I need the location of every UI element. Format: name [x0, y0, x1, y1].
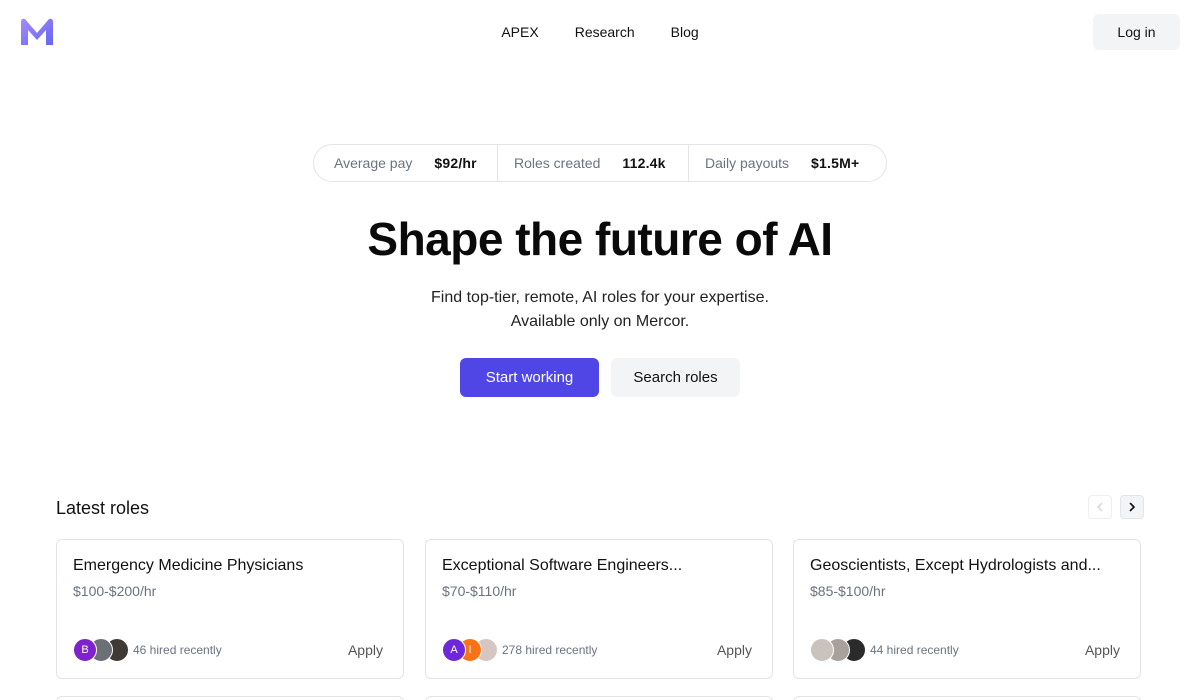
role-pay: $85-$100/hr	[810, 583, 886, 599]
stat-label: Roles created	[514, 155, 601, 171]
search-roles-button[interactable]: Search roles	[611, 358, 740, 397]
stat-average-pay: Average pay $92/hr	[314, 145, 497, 181]
page: APEX Research Blog Log in Average pay $9…	[0, 0, 1200, 700]
stat-roles-created: Roles created 112.4k	[497, 145, 688, 181]
chevron-left-icon	[1097, 502, 1103, 512]
role-card[interactable]: Geoscientists, Except Hydrologists and..…	[793, 539, 1141, 679]
role-card[interactable]: Exceptional Software Engineers... $70-$1…	[425, 539, 773, 679]
stats-bar: Average pay $92/hr Roles created 112.4k …	[313, 144, 887, 182]
carousel-next-button[interactable]	[1120, 495, 1144, 519]
hero-subtitle-line-2: Available only on Mercor.	[510, 313, 690, 330]
hired-count: 46 hired recently	[133, 643, 222, 657]
stat-label: Average pay	[334, 155, 413, 171]
latest-roles-heading: Latest roles	[56, 498, 150, 518]
hired-avatars: B	[73, 638, 129, 662]
nav-link-research[interactable]: Research	[575, 22, 635, 42]
carousel-prev-button[interactable]	[1088, 495, 1112, 519]
stat-label: Daily payouts	[705, 155, 790, 171]
role-title: Geoscientists, Except Hydrologists and..…	[810, 557, 1101, 574]
role-card-partial[interactable]	[56, 696, 404, 700]
avatar	[810, 638, 834, 662]
chevron-right-icon	[1129, 502, 1135, 512]
hero-subtitle: Find top-tier, remote, AI roles for your…	[0, 286, 1200, 334]
hired-avatars: A I	[442, 638, 498, 662]
role-title: Emergency Medicine Physicians	[73, 557, 304, 574]
role-card-partial[interactable]	[425, 696, 773, 700]
role-card-partial[interactable]	[793, 696, 1141, 700]
role-card[interactable]: Emergency Medicine Physicians $100-$200/…	[56, 539, 404, 679]
hero-subtitle-line-1: Find top-tier, remote, AI roles for your…	[431, 289, 769, 306]
hired-avatars	[810, 638, 866, 662]
role-title: Exceptional Software Engineers...	[442, 557, 683, 574]
nav-link-apex[interactable]: APEX	[501, 22, 538, 42]
hired-count: 278 hired recently	[502, 643, 598, 657]
hired-count: 44 hired recently	[870, 643, 959, 657]
start-working-button[interactable]: Start working	[460, 358, 599, 397]
hero-title: Shape the future of AI	[367, 213, 833, 265]
avatar: A	[442, 638, 466, 662]
stat-value: $1.5M+	[811, 155, 860, 171]
avatar: B	[73, 638, 97, 662]
role-pay: $100-$200/hr	[73, 583, 157, 599]
stat-daily-payouts: Daily payouts $1.5M+	[688, 145, 886, 181]
apply-button[interactable]: Apply	[1085, 640, 1120, 660]
stat-value: 112.4k	[622, 155, 666, 171]
top-nav: APEX Research Blog	[0, 22, 1200, 42]
role-pay: $70-$110/hr	[442, 583, 517, 599]
apply-button[interactable]: Apply	[717, 640, 752, 660]
login-button[interactable]: Log in	[1093, 14, 1180, 50]
nav-link-blog[interactable]: Blog	[671, 22, 699, 42]
stat-value: $92/hr	[434, 155, 477, 171]
apply-button[interactable]: Apply	[348, 640, 383, 660]
